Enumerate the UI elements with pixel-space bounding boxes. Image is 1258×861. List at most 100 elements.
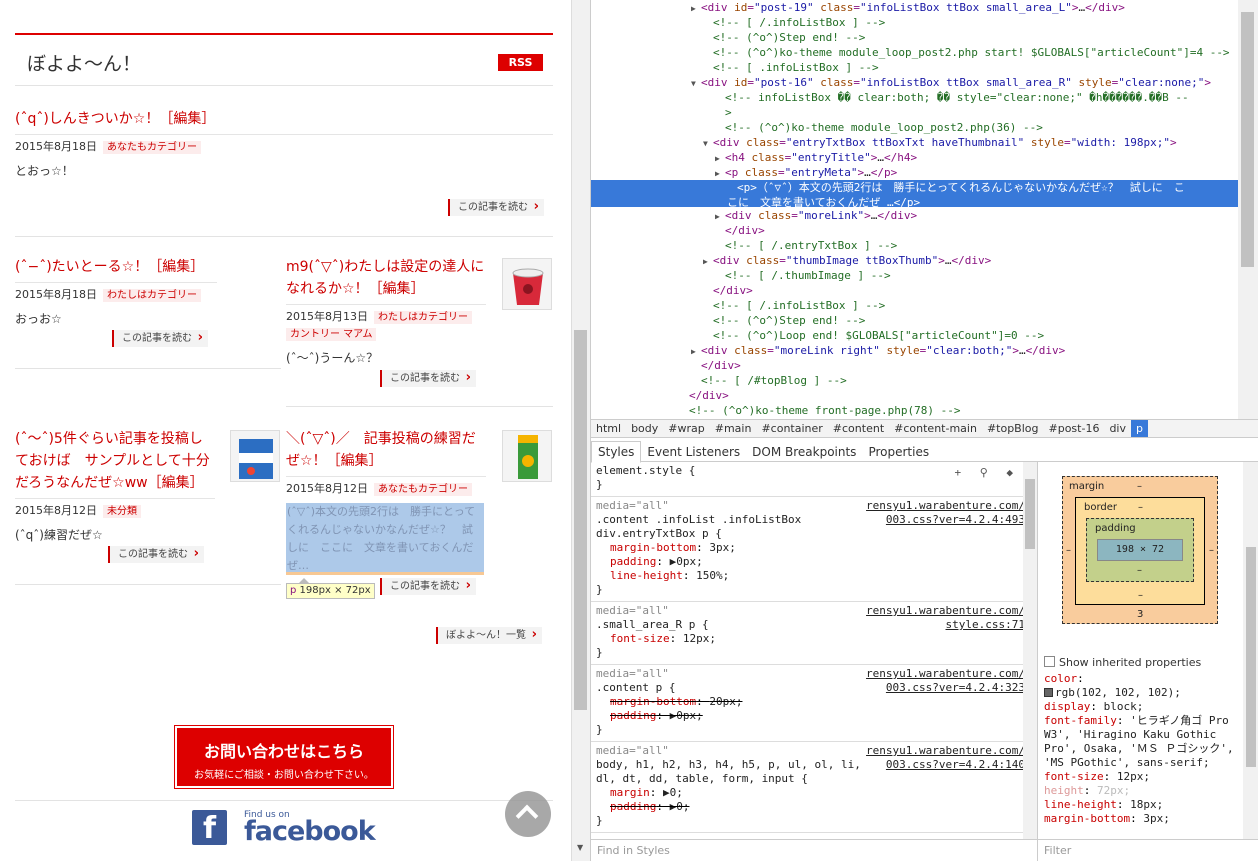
dom-node[interactable]: <!-- [ /.thumbImage ] --> xyxy=(591,268,1238,283)
css-property[interactable]: margin-bottom: 20px; xyxy=(596,695,1025,709)
box-model-border[interactable]: border – – padding – 198 × 72 xyxy=(1075,497,1205,605)
breadcrumb-item[interactable]: div xyxy=(1104,420,1131,437)
post-thumbnail[interactable] xyxy=(502,258,552,310)
scrollbar-thumb[interactable] xyxy=(1241,12,1254,267)
css-property[interactable]: padding: ▶0px; xyxy=(596,555,1025,569)
dom-node[interactable]: ▶ <div class="thumbImage ttBoxThumb">…</d… xyxy=(591,253,1238,268)
scrollbar-thumb[interactable] xyxy=(1246,547,1256,767)
filter-input[interactable]: Filter xyxy=(1037,839,1258,861)
css-property[interactable]: padding: ▶0px; xyxy=(596,709,1025,723)
dom-node[interactable]: ▶ <div class="moreLink">…</div> xyxy=(591,208,1238,223)
show-inherited-checkbox[interactable]: Show inherited properties xyxy=(1044,656,1243,670)
post-title[interactable]: (ˆ−ˆ)たいとーる☆！ xyxy=(15,259,148,275)
css-property[interactable]: line-height: 150%; xyxy=(596,569,1025,583)
post-thumbnail[interactable] xyxy=(502,430,552,482)
dom-node[interactable]: ▶ <div class="moreLink right" style="clea… xyxy=(591,343,1238,358)
tab-event-listeners[interactable]: Event Listeners xyxy=(641,442,746,462)
contact-banner[interactable]: お問い合わせはこちら お気軽にご相談・お問い合わせ下さい。 xyxy=(174,725,394,789)
rule-source-link[interactable]: rensyu1.warabenture.com/003.css?ver=4.2.… xyxy=(866,499,1025,527)
breadcrumb-item[interactable]: #content-main xyxy=(889,420,982,437)
dom-node[interactable]: <!-- (^o^)ko-theme module_loop_post2.php… xyxy=(591,45,1238,60)
styles-scrollbar[interactable] xyxy=(1023,462,1037,839)
scrollbar-thumb[interactable] xyxy=(574,330,587,710)
rule-source-link[interactable]: rensyu1.warabenture.com/003.css?ver=4.2.… xyxy=(866,744,1025,772)
scroll-down-icon[interactable]: ▼ xyxy=(577,843,583,852)
dom-node[interactable]: ▶ <h4 class="entryTitle">…</h4> xyxy=(591,150,1238,165)
box-model-padding[interactable]: padding – 198 × 72 xyxy=(1086,518,1194,582)
dom-node[interactable]: </div> xyxy=(591,223,1238,238)
css-property[interactable]: margin: ▶0; xyxy=(596,786,1025,800)
post-category[interactable]: あなたもカテゴリー xyxy=(374,483,472,496)
read-more-button[interactable]: この記事を読む xyxy=(112,329,208,347)
dom-node[interactable]: ▼ <div class="entryTxtBox ttBoxTxt haveTh… xyxy=(591,135,1238,150)
dom-node[interactable]: <!-- (^o^)ko-theme module_loop_post2.php… xyxy=(591,120,1238,135)
dom-node[interactable]: </div> xyxy=(591,388,1238,403)
computed-property[interactable]: color: rgb(102, 102, 102); xyxy=(1044,672,1243,700)
dom-node[interactable]: > xyxy=(591,105,1238,120)
dom-node[interactable]: <!-- (^o^)Step end! --> xyxy=(591,313,1238,328)
breadcrumb-item[interactable]: #main xyxy=(710,420,757,437)
dom-node[interactable]: </div> xyxy=(591,358,1238,373)
breadcrumb-item[interactable]: #content xyxy=(828,420,889,437)
dom-node[interactable]: <!-- [ /.infoListBox ] --> xyxy=(591,15,1238,30)
dom-node[interactable]: ▶ <p class="entryMeta">…</p> xyxy=(591,165,1238,180)
post-category[interactable]: わたしはカテゴリー xyxy=(103,289,201,302)
dom-node[interactable]: <!-- [ /.infoListBox ] --> xyxy=(591,298,1238,313)
computed-property[interactable]: height: 72px; xyxy=(1044,784,1243,798)
css-property[interactable]: padding: ▶0; xyxy=(596,800,1025,814)
dom-node[interactable]: ▼ <div id="post-16" class="infoListBox tt… xyxy=(591,75,1238,90)
post-title[interactable]: ＼(ˆ▽ˆ)／ 記事投稿の練習だぜ☆！ xyxy=(286,431,476,469)
edit-link[interactable]: 編集 xyxy=(162,259,190,275)
breadcrumb-item[interactable]: #container xyxy=(756,420,827,437)
computed-property[interactable]: font-size: 12px; xyxy=(1044,770,1243,784)
scrollbar-thumb[interactable] xyxy=(1025,479,1035,549)
archive-link-button[interactable]: ぼよよ〜ん！一覧 xyxy=(436,626,542,644)
rule-source-link[interactable]: rensyu1.warabenture.com/style.css:71 xyxy=(866,604,1025,632)
breadcrumb-item[interactable]: html xyxy=(591,420,626,437)
tab-dom-breakpoints[interactable]: DOM Breakpoints xyxy=(746,442,862,462)
dom-node[interactable]: <!-- [ .infoListBox ] --> xyxy=(591,60,1238,75)
rss-button[interactable]: RSS xyxy=(498,54,543,71)
dom-node-selected[interactable]: <p>（ˆ▽ˆ）本文の先頭2行は 勝手にとってくれるんじゃないかなんだぜ☆？ 試… xyxy=(591,180,1238,209)
find-in-styles-input[interactable]: Find in Styles xyxy=(591,839,1037,861)
box-model-margin[interactable]: margin – 3 – – border – – padding – 198 … xyxy=(1062,476,1218,624)
dom-node[interactable]: <!-- [ /#topBlog ] --> xyxy=(591,373,1238,388)
dom-node[interactable]: <!-- (^o^)Step end! --> xyxy=(591,30,1238,45)
computed-property[interactable]: margin-bottom: 3px; xyxy=(1044,812,1243,826)
edit-link[interactable]: 編集 xyxy=(383,281,411,297)
breadcrumb-item[interactable]: body xyxy=(626,420,663,437)
dom-node[interactable]: <!-- (^o^)ko-theme front-page.php(78) --… xyxy=(591,403,1238,418)
read-more-button[interactable]: この記事を読む xyxy=(380,369,476,387)
dom-scrollbar[interactable] xyxy=(1238,0,1258,419)
tab-styles[interactable]: Styles xyxy=(591,441,642,463)
dom-node[interactable]: <!-- [ /.entryTxtBox ] --> xyxy=(591,238,1238,253)
post-thumbnail[interactable] xyxy=(230,430,280,482)
dom-tree[interactable]: ▶ <div id="post-19" class="infoListBox tt… xyxy=(591,0,1238,419)
computed-property[interactable]: line-height: 18px; xyxy=(1044,798,1243,812)
read-more-button[interactable]: この記事を読む xyxy=(108,545,204,563)
breadcrumb-item[interactable]: p xyxy=(1131,420,1148,437)
box-model-content[interactable]: 198 × 72 xyxy=(1097,539,1183,561)
post-category[interactable]: 未分類 xyxy=(103,505,141,518)
edit-link[interactable]: 編集 xyxy=(341,453,369,469)
read-more-button[interactable]: この記事を読む xyxy=(448,198,544,216)
breadcrumb-item[interactable]: #wrap xyxy=(663,420,709,437)
style-toolbar-icons[interactable]: + ⚲ ◆ xyxy=(954,466,1019,480)
computed-property[interactable]: font-family: 'ヒラギノ角ゴ Pro W3', 'Hiragino … xyxy=(1044,714,1243,770)
rule-selector[interactable]: div.entryTxtBox p { xyxy=(596,527,1025,541)
css-rule[interactable]: media="all" rensyu1.warabenture.com/003.c… xyxy=(591,665,1029,742)
post-category[interactable]: あなたもカテゴリー xyxy=(103,141,201,154)
rule-selector[interactable]: dl, dt, dd, table, form, input { xyxy=(596,772,1025,786)
dom-node[interactable]: <!-- infoListBox �� clear:both; �� style… xyxy=(591,90,1238,105)
css-rule[interactable]: media="all" rensyu1.warabenture.com/style… xyxy=(591,602,1029,665)
dom-node[interactable]: </div> xyxy=(591,283,1238,298)
dom-node[interactable]: <!-- (^o^)Loop end! $GLOBALS["articleCou… xyxy=(591,328,1238,343)
css-property[interactable]: font-size: 12px; xyxy=(596,632,1025,646)
post-category[interactable]: カントリー マアム xyxy=(286,328,377,341)
css-rule[interactable]: media="all" rensyu1.warabenture.com/003.c… xyxy=(591,742,1029,833)
back-to-top-button[interactable] xyxy=(505,791,551,837)
computed-scrollbar[interactable] xyxy=(1243,462,1258,839)
css-rule[interactable]: media="all" rensyu1.warabenture.com/003.c… xyxy=(591,497,1029,602)
edit-link[interactable]: 編集 xyxy=(162,475,190,491)
computed-property[interactable]: display: block; xyxy=(1044,700,1243,714)
